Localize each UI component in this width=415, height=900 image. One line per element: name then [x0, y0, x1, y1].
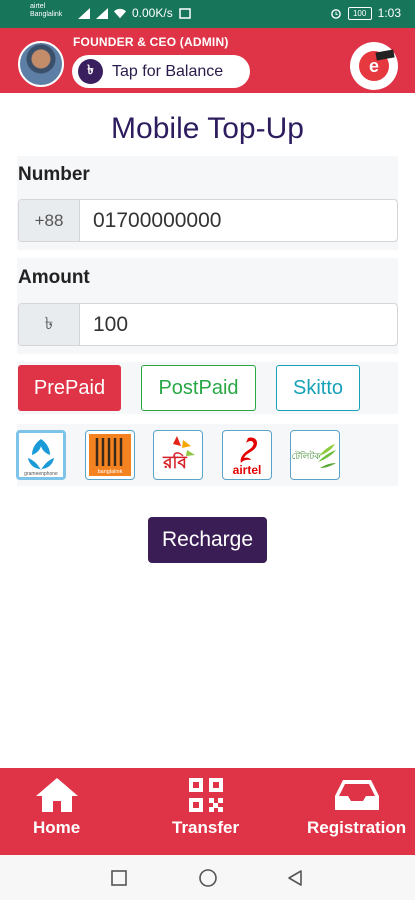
- signal-icon: [78, 7, 90, 19]
- graduation-cap-icon: [375, 49, 395, 61]
- amount-field[interactable]: ৳ 100: [18, 303, 398, 346]
- airtel-text: airtel: [233, 463, 262, 477]
- nav-registration[interactable]: Registration: [307, 776, 406, 838]
- operator-teletalk[interactable]: টেলিটক: [290, 430, 340, 480]
- battery-icon: 100: [347, 6, 372, 20]
- bottom-navigation: Home Transfer Registration: [0, 768, 415, 855]
- taka-icon: ৳: [78, 59, 103, 84]
- number-input[interactable]: 01700000000: [80, 200, 397, 241]
- teletalk-logo-icon: টেলিটক: [292, 432, 338, 478]
- operator-banglalink[interactable]: banglalink: [85, 430, 135, 480]
- wifi-icon: [114, 8, 126, 18]
- clock: 1:03: [377, 6, 401, 20]
- nav-home[interactable]: Home: [33, 776, 80, 838]
- carrier-names: airtel Banglalink: [30, 3, 62, 19]
- avatar[interactable]: [18, 41, 64, 87]
- operator-robi[interactable]: রবি: [153, 430, 203, 480]
- nav-registration-label: Registration: [307, 818, 407, 837]
- signal-icon: [96, 7, 108, 19]
- carrier-1: airtel: [30, 3, 46, 10]
- network-speed: 0.00K/s: [132, 6, 173, 20]
- prepaid-button[interactable]: PrePaid: [18, 365, 121, 411]
- carrier-2: Banglalink: [30, 11, 63, 18]
- recents-icon[interactable]: [110, 869, 128, 887]
- teletalk-text: টেলিটক: [292, 450, 321, 462]
- qr-code-icon: [188, 778, 223, 812]
- balance-button[interactable]: ৳ Tap for Balance: [72, 55, 250, 88]
- operator-airtel[interactable]: airtel: [222, 430, 272, 480]
- number-label: Number: [18, 164, 90, 185]
- page-title: Mobile Top-Up: [111, 112, 304, 145]
- home-circle-icon[interactable]: [198, 868, 218, 888]
- skitto-button[interactable]: Skitto: [276, 365, 360, 411]
- grameenphone-text: grameenphone: [24, 471, 58, 477]
- banglalink-text: banglalink: [98, 469, 123, 475]
- robi-logo-icon: রবি: [155, 432, 201, 478]
- inbox-icon: [334, 780, 379, 810]
- grameenphone-logo-icon: grameenphone: [19, 433, 63, 477]
- operator-grameenphone[interactable]: grameenphone: [16, 430, 66, 480]
- home-icon: [35, 778, 78, 812]
- app-header: FOUNDER & CEO (ADMIN) ৳ Tap for Balance …: [0, 28, 415, 93]
- balance-label: Tap for Balance: [112, 62, 224, 80]
- back-icon[interactable]: [286, 869, 304, 887]
- system-nav-bar: [0, 855, 415, 900]
- amount-label: Amount: [18, 267, 90, 288]
- status-bar: airtel Banglalink 0.00K/s 100 1:03: [0, 0, 415, 28]
- amount-input[interactable]: 100: [80, 304, 397, 345]
- operator-section: [17, 424, 398, 486]
- user-role: FOUNDER & CEO (ADMIN): [73, 35, 229, 49]
- country-code: +88: [19, 200, 80, 241]
- robi-text: রবি: [162, 451, 188, 473]
- number-field[interactable]: +88 01700000000: [18, 199, 398, 242]
- app-logo[interactable]: e: [350, 42, 398, 90]
- nav-home-label: Home: [33, 818, 81, 837]
- recharge-button[interactable]: Recharge: [148, 517, 267, 563]
- screenshot-icon: [178, 7, 191, 19]
- nav-transfer-label: Transfer: [172, 818, 240, 837]
- alarm-icon: [330, 8, 341, 19]
- currency-symbol: ৳: [19, 304, 80, 345]
- postpaid-button[interactable]: PostPaid: [141, 365, 256, 411]
- banglalink-logo-icon: banglalink: [89, 434, 131, 476]
- airtel-logo-icon: airtel: [224, 432, 270, 478]
- nav-transfer[interactable]: Transfer: [172, 776, 239, 838]
